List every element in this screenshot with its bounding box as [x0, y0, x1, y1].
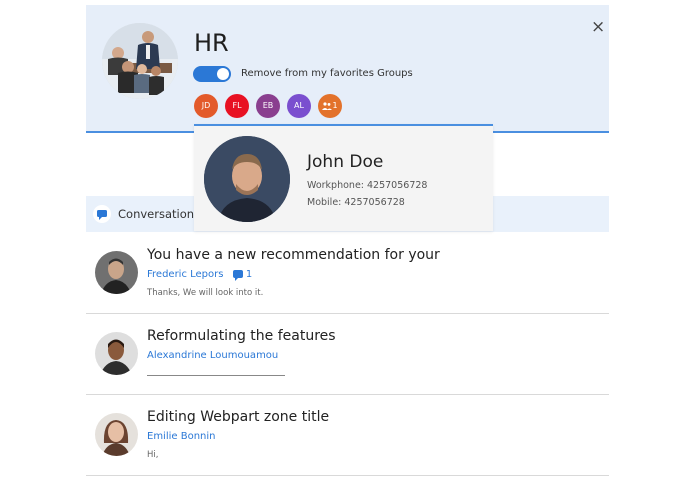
reply-count: 1 [245, 269, 253, 280]
more-members-count: 1 [332, 101, 338, 110]
conversation-title: Editing Webpart zone title [147, 409, 330, 425]
more-members-button[interactable]: 1 [318, 94, 342, 118]
conversation-snippet: Thanks, We will look into it. [147, 288, 264, 298]
group-title: HR [194, 29, 229, 57]
group-photo [102, 23, 178, 99]
contact-card: John Doe Workphone: 4257056728 Mobile: 4… [194, 124, 493, 231]
close-button[interactable]: × [591, 19, 605, 36]
contact-mobile: Mobile: 4257056728 [307, 197, 405, 208]
conversation-item[interactable]: Reformulating the features Alexandrine L… [86, 314, 609, 395]
author-name: Frederic Lepors [147, 269, 224, 280]
conversation-title: Reformulating the features [147, 328, 336, 344]
author-avatar [95, 413, 138, 456]
conversation-author[interactable]: Frederic Lepors 1 [147, 269, 253, 281]
conversation-author[interactable]: Emilie Bonnin [147, 431, 216, 442]
member-avatar-al[interactable]: AL [287, 94, 311, 118]
contact-workphone: Workphone: 4257056728 [307, 180, 428, 191]
comment-icon [232, 270, 243, 281]
contact-name: John Doe [307, 152, 384, 172]
member-initials: FL [232, 101, 242, 110]
group-photo-image [102, 23, 178, 99]
conversation-author[interactable]: Alexandrine Loumouamou [147, 350, 278, 361]
snippet-placeholder-line [147, 375, 285, 376]
member-initials: EB [262, 101, 274, 110]
reply-count-badge: 1 [232, 269, 253, 281]
author-name: Alexandrine Loumouamou [147, 350, 279, 361]
conversation-title: You have a new recommendation for your [147, 247, 440, 263]
toggle-knob [217, 68, 229, 80]
author-avatar [95, 251, 138, 294]
close-icon: × [591, 17, 606, 37]
conversation-item[interactable]: You have a new recommendation for your F… [86, 233, 609, 314]
contact-avatar [204, 136, 290, 222]
conversation-tab-label: Conversation [118, 207, 195, 221]
member-avatar-fl[interactable]: FL [225, 94, 249, 118]
member-initials: AL [294, 101, 304, 110]
favorite-toggle[interactable] [193, 66, 231, 82]
people-icon [322, 101, 333, 110]
author-name: Emilie Bonnin [147, 431, 216, 442]
member-initials: JD [201, 101, 211, 110]
group-header: HR × Remove from my favorites Groups JD … [86, 5, 609, 133]
group-panel: HR × Remove from my favorites Groups JD … [86, 0, 609, 494]
member-avatar-jd[interactable]: JD [194, 94, 218, 118]
chat-bubble-icon [93, 205, 111, 223]
favorite-toggle-label: Remove from my favorites Groups [241, 68, 413, 79]
conversation-item[interactable]: Editing Webpart zone title Emilie Bonnin… [86, 395, 609, 476]
author-avatar [95, 332, 138, 375]
member-avatar-eb[interactable]: EB [256, 94, 280, 118]
conversation-snippet: Hi, [147, 450, 159, 460]
